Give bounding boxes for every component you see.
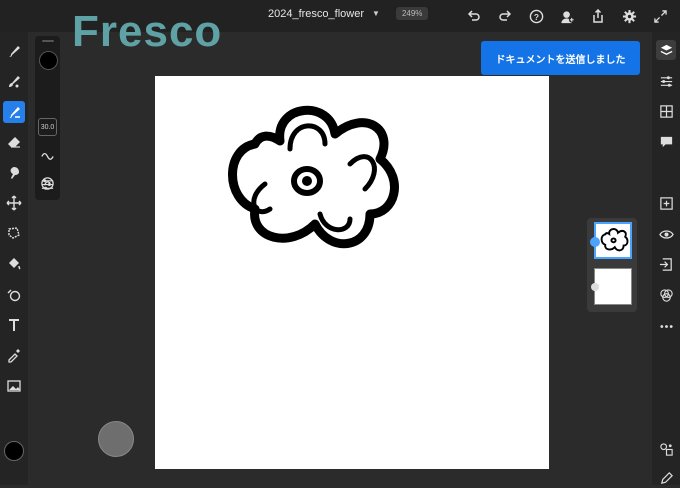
brush-settings-icon[interactable] xyxy=(39,176,56,193)
top-toolbar: ? xyxy=(464,6,670,26)
live-brush-icon[interactable] xyxy=(3,71,25,93)
panel-drag-handle[interactable] xyxy=(42,40,54,42)
more-icon[interactable] xyxy=(656,316,676,336)
vector-brush-icon[interactable] xyxy=(3,101,25,123)
redo-icon[interactable] xyxy=(495,6,515,26)
text-icon[interactable] xyxy=(3,314,25,336)
image-icon[interactable] xyxy=(3,375,25,397)
comment-icon[interactable] xyxy=(656,131,676,151)
brush-color-swatch[interactable] xyxy=(39,51,58,70)
add-layer-icon[interactable] xyxy=(656,193,676,213)
share-icon[interactable] xyxy=(588,6,608,26)
background-layer-badge[interactable] xyxy=(591,283,599,291)
eyedropper-icon[interactable] xyxy=(3,344,25,366)
lasso-icon[interactable] xyxy=(3,222,25,244)
shape-icon[interactable] xyxy=(3,284,25,306)
zoom-level[interactable]: 249% xyxy=(395,7,429,20)
fill-icon[interactable] xyxy=(3,253,25,275)
layer-properties-icon[interactable] xyxy=(656,439,676,459)
blend-icon[interactable] xyxy=(656,285,676,305)
left-toolbar xyxy=(0,32,28,485)
grid-icon[interactable] xyxy=(656,101,676,121)
visibility-icon[interactable] xyxy=(656,224,676,244)
layers-icon[interactable] xyxy=(656,40,676,60)
layer-thumbnail-background[interactable] xyxy=(594,268,632,305)
eraser-icon[interactable] xyxy=(3,131,25,153)
adjustments-icon[interactable] xyxy=(656,71,676,91)
document-title-area[interactable]: 2024_fresco_flower ▼ 249% xyxy=(268,7,429,20)
flower-thumbnail-icon xyxy=(600,228,629,252)
import-icon[interactable] xyxy=(656,254,676,274)
undo-icon[interactable] xyxy=(464,6,484,26)
document-sent-toast: ドキュメントを送信しました xyxy=(481,41,640,75)
brush-smoothing-icon[interactable] xyxy=(39,147,56,164)
document-title[interactable]: 2024_fresco_flower xyxy=(268,8,364,20)
flower-drawing xyxy=(228,106,399,249)
chevron-down-icon[interactable]: ▼ xyxy=(372,9,380,18)
pixel-brush-icon[interactable] xyxy=(3,40,25,62)
layer-visibility-badge[interactable] xyxy=(590,237,600,247)
brush-size-field[interactable]: 30.0 xyxy=(38,118,57,136)
settings-gear-icon[interactable] xyxy=(619,6,639,26)
edit-icon[interactable] xyxy=(656,468,676,488)
right-toolbar xyxy=(652,32,680,485)
smudge-icon[interactable] xyxy=(3,162,25,184)
touch-shortcut-button[interactable] xyxy=(98,421,134,457)
move-icon[interactable] xyxy=(3,192,25,214)
fresco-watermark: Fresco xyxy=(72,7,223,56)
help-icon[interactable]: ? xyxy=(526,6,546,26)
active-color-swatch[interactable] xyxy=(4,441,24,461)
add-user-icon[interactable] xyxy=(557,6,577,26)
svg-text:?: ? xyxy=(533,11,538,21)
layers-panel xyxy=(587,218,637,312)
fullscreen-icon[interactable] xyxy=(650,6,670,26)
drawing-canvas[interactable] xyxy=(155,76,549,469)
